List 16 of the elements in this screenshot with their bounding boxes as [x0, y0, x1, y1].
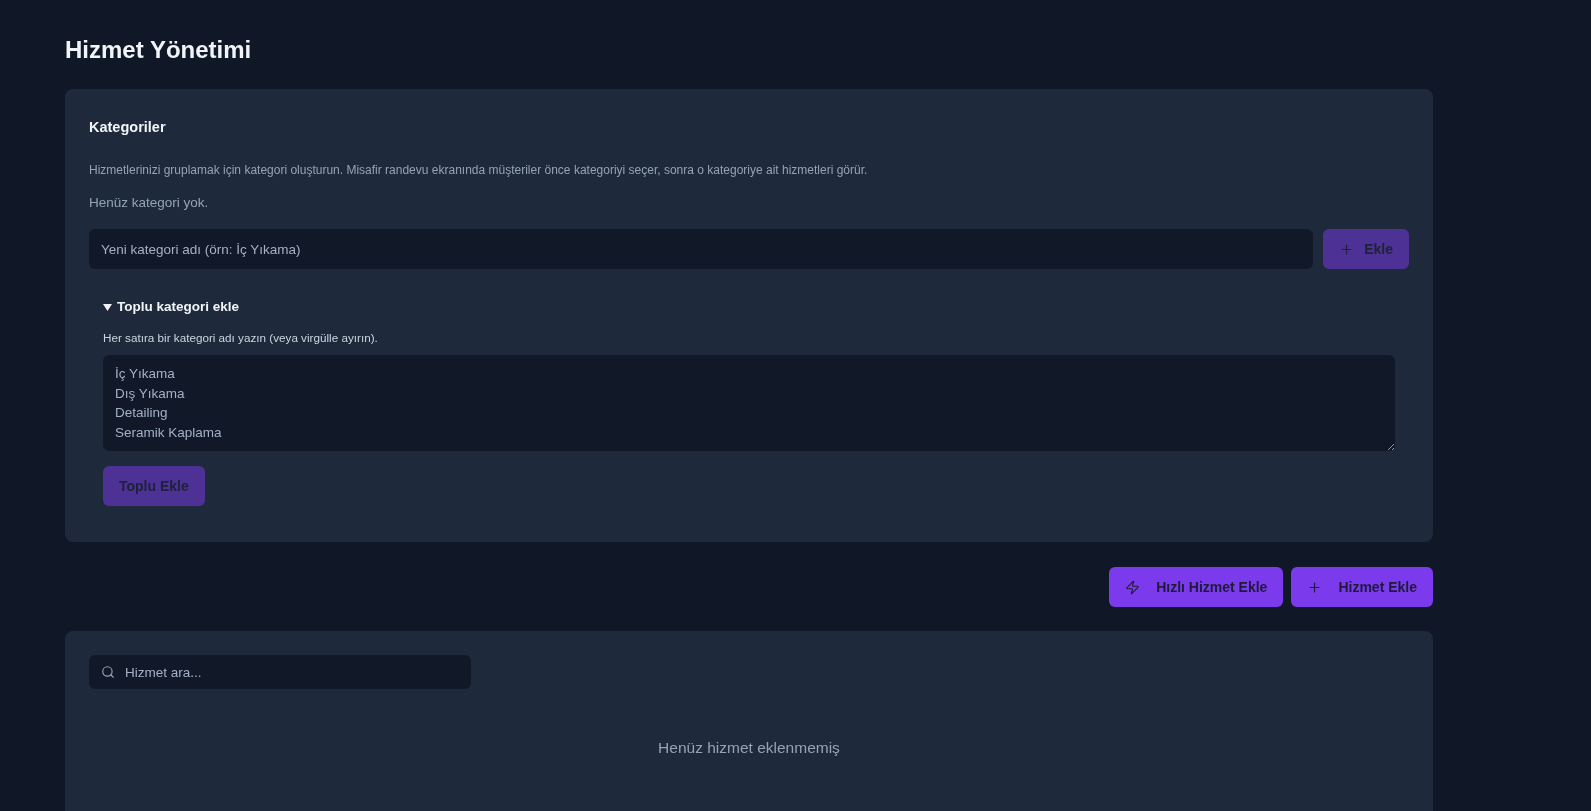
- card-title: Kategoriler: [89, 118, 167, 137]
- bulk-categories-textarea[interactable]: İç Yıkama Dış Yıkama Detailing Seramik Kaplama: [103, 355, 1395, 451]
- plus-icon: [1339, 241, 1355, 257]
- add-service-button[interactable]: Hizmet Ekle: [1291, 567, 1433, 607]
- quick-add-service-button[interactable]: Hızlı Hizmet Ekle: [1109, 567, 1284, 607]
- search-field[interactable]: Hizmet ara...: [89, 655, 471, 689]
- description-text: Hizmetlerinizi gruplamak için kategori oluşturun. Misafir randevu ekranında müşteriler önce kategoriyi seçer, sonra o kategoriye ait hizmetleri görür.: [89, 162, 869, 178]
- page-title: Hizmet Yönetimi: [65, 35, 253, 65]
- hint-text: Her satıra bir kategori adı yazın (veya virgülle ayırın).: [103, 330, 379, 346]
- bulk-add-toggle[interactable]: Toplu kategori ekle: [103, 297, 240, 317]
- empty-services-text: Henüz hizmet eklenmemiş: [658, 738, 840, 758]
- lightning-icon: [1125, 579, 1141, 595]
- empty-categories-text: Henüz kategori yok.: [89, 194, 210, 212]
- search-icon: [101, 665, 115, 679]
- category-name-input[interactable]: Yeni kategori adı (örn: İç Yıkama): [89, 229, 1314, 269]
- plus-icon: [1307, 579, 1323, 595]
